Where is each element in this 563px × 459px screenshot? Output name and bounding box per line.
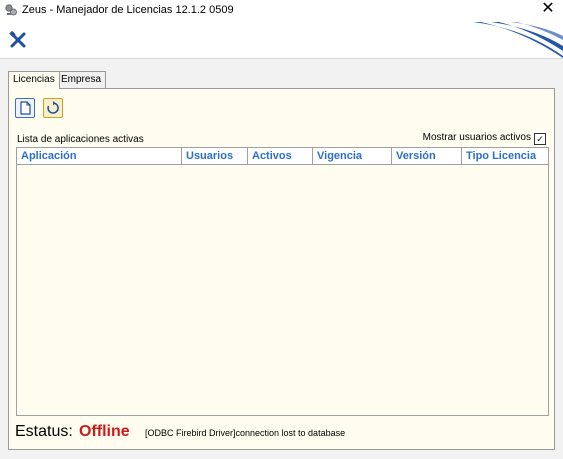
column-tipo-licencia[interactable]: Tipo Licencia bbox=[462, 148, 548, 164]
app-icon bbox=[5, 4, 17, 16]
close-icon: ✕ bbox=[541, 0, 555, 17]
column-vigencia[interactable]: Vigencia bbox=[313, 148, 392, 164]
show-users-checkbox[interactable]: ✓ bbox=[534, 133, 546, 145]
applications-grid[interactable]: Aplicación Usuarios Activos Vigencia Ver… bbox=[16, 147, 549, 416]
main-area: Licencias Empresa Lista de aplicaciones … bbox=[0, 59, 563, 459]
brand-swoosh bbox=[473, 22, 563, 58]
grid-header: Aplicación Usuarios Activos Vigencia Ver… bbox=[17, 148, 548, 165]
column-aplicacion[interactable]: Aplicación bbox=[17, 148, 182, 164]
tab-licencias[interactable]: Licencias bbox=[8, 71, 60, 89]
refresh-button[interactable] bbox=[43, 98, 63, 118]
column-version[interactable]: Versión bbox=[392, 148, 462, 164]
toolbar bbox=[0, 22, 563, 58]
new-document-icon bbox=[20, 101, 31, 115]
close-button[interactable]: ✕ bbox=[533, 0, 563, 20]
refresh-icon bbox=[47, 101, 59, 114]
column-activos[interactable]: Activos bbox=[248, 148, 313, 164]
tab-empresa[interactable]: Empresa bbox=[56, 71, 107, 88]
status-label: Estatus: bbox=[15, 423, 73, 440]
status-value: Offline bbox=[79, 423, 130, 440]
list-label: Lista de aplicaciones activas bbox=[17, 134, 144, 145]
licencias-panel: Lista de aplicaciones activas Mostrar us… bbox=[8, 88, 555, 450]
tools-icon[interactable] bbox=[9, 31, 27, 49]
show-users-label: Mostrar usuarios activos bbox=[422, 132, 531, 143]
title-bar: Zeus - Manejador de Licencias 12.1.2 050… bbox=[0, 0, 563, 22]
column-usuarios[interactable]: Usuarios bbox=[182, 148, 248, 164]
status-message: [ODBC Firebird Driver]connection lost to… bbox=[145, 428, 346, 438]
window-title: Zeus - Manejador de Licencias 12.1.2 050… bbox=[22, 4, 234, 16]
check-icon: ✓ bbox=[536, 134, 544, 144]
new-button[interactable] bbox=[15, 98, 35, 118]
